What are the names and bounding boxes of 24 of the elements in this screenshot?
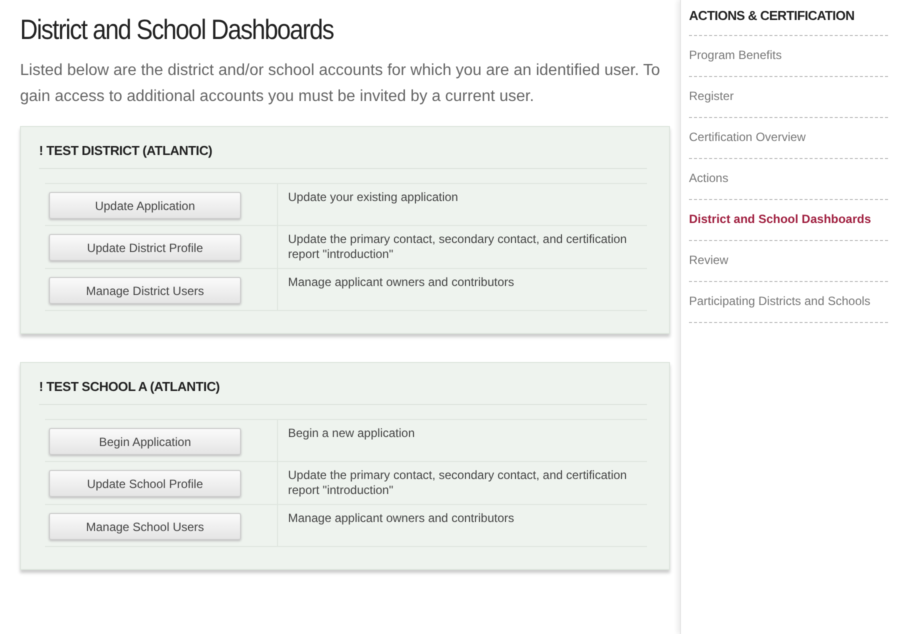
action-description: Manage applicant owners and contributors xyxy=(287,274,516,291)
intro-text: Listed below are the district and/or school accounts for which you are an identified user. To gain access to additional accounts you must be invited by a current user. xyxy=(20,61,662,107)
sidebar-link[interactable]: Participating Districts and Schools xyxy=(689,282,888,323)
action-button[interactable]: Begin Application xyxy=(49,428,241,455)
sidebar-link[interactable]: Review xyxy=(689,241,888,282)
action-button[interactable]: Manage District Users xyxy=(49,277,241,304)
action-description: Update the primary contact, secondary contact, and certification report "introduction" xyxy=(287,467,628,499)
action-description: Manage applicant owners and contributors xyxy=(287,510,516,527)
action-description: Begin a new application xyxy=(287,425,416,442)
action-description: Update the primary contact, secondary contact, and certification report "introduction" xyxy=(287,231,628,263)
sidebar-link[interactable]: Actions xyxy=(689,159,888,200)
account-name: ! TEST SCHOOL A (ATLANTIC) xyxy=(39,373,647,405)
account-name: ! TEST DISTRICT (ATLANTIC) xyxy=(39,137,647,169)
action-button[interactable]: Update Application xyxy=(49,192,241,219)
sidebar-link[interactable]: District and School Dashboards xyxy=(689,200,888,241)
page-title: District and School Dashboards xyxy=(20,14,334,46)
action-button[interactable]: Manage School Users xyxy=(49,513,241,540)
sidebar-heading: ACTIONS & CERTIFICATION xyxy=(689,0,888,36)
sidebar-link[interactable]: Register xyxy=(689,77,888,118)
action-description: Update your existing application xyxy=(287,189,460,206)
action-button[interactable]: Update School Profile xyxy=(49,470,241,497)
sidebar-link[interactable]: Program Benefits xyxy=(689,36,888,77)
action-button[interactable]: Update District Profile xyxy=(49,234,241,261)
sidebar-link[interactable]: Certification Overview xyxy=(689,118,888,159)
